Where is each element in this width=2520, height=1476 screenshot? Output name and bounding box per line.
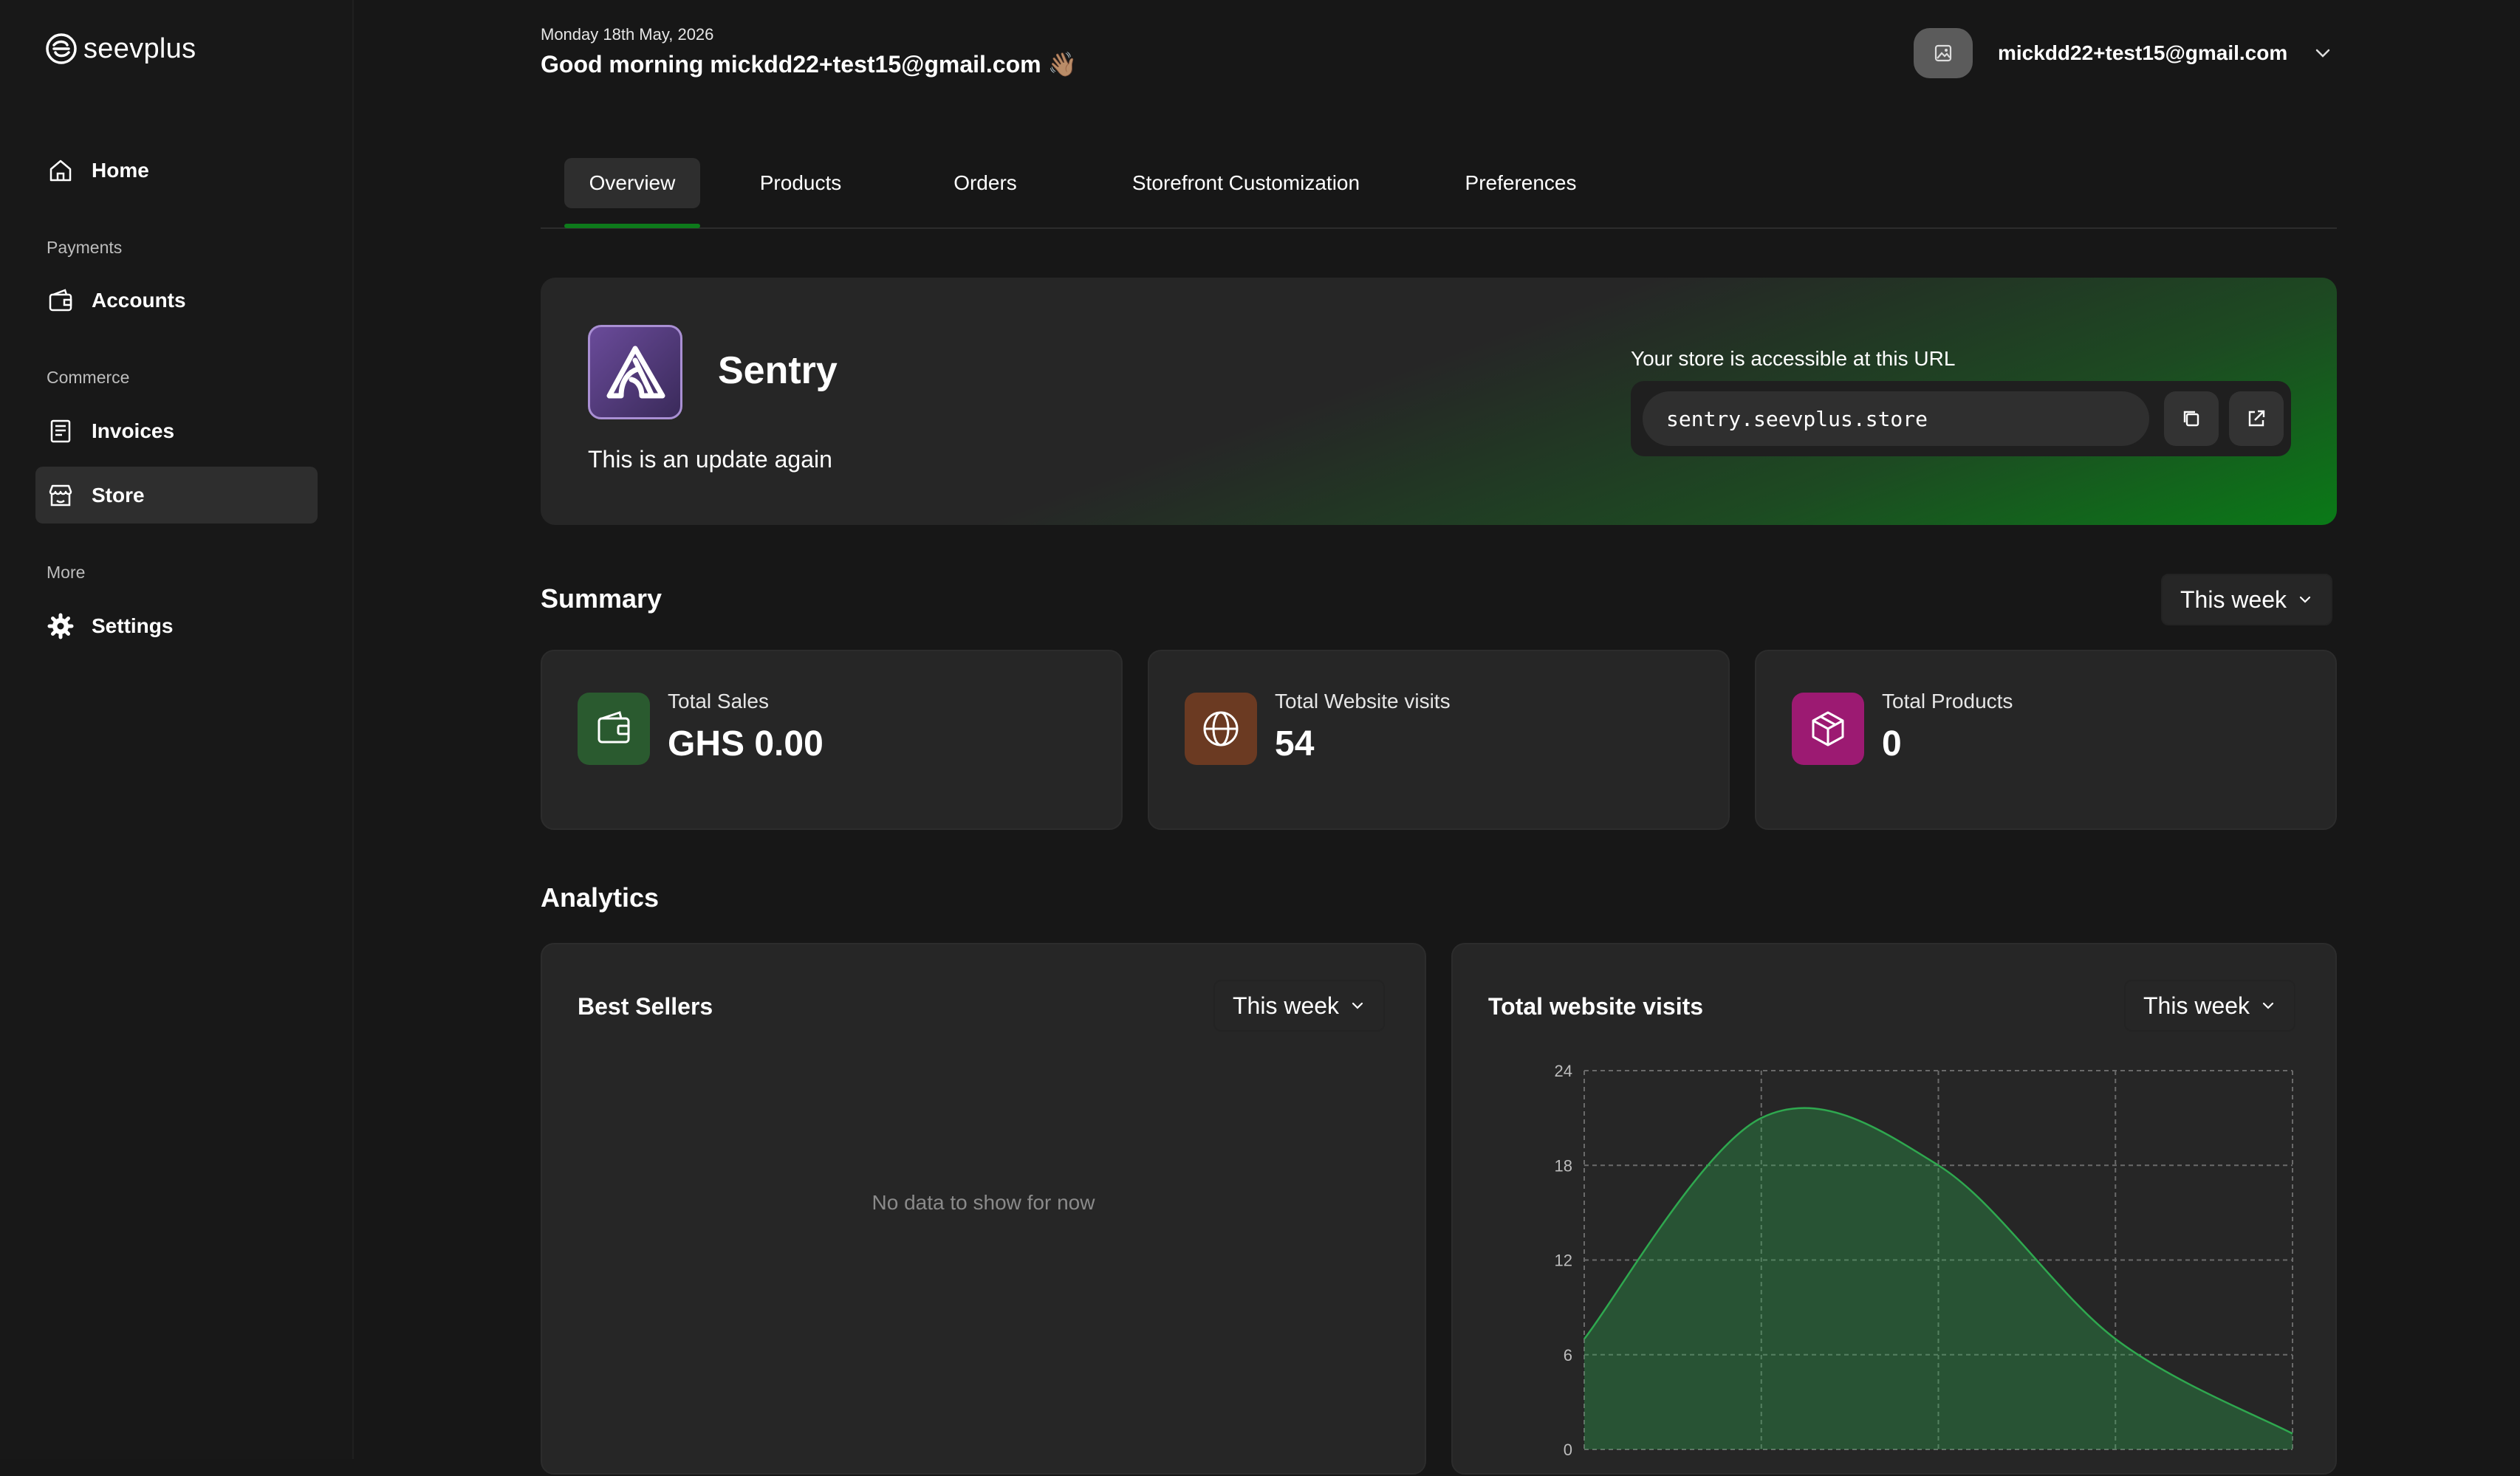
best-sellers-panel: Best Sellers This week No data to show f… <box>541 943 1426 1475</box>
chevron-down-icon[interactable] <box>2312 43 2333 63</box>
user-menu[interactable]: mickdd22+test15@gmail.com <box>1914 28 2333 78</box>
sidebar-section-commerce: Commerce <box>47 368 129 388</box>
y-tick-label: 18 <box>1555 1156 1572 1175</box>
sidebar-item-accounts[interactable]: Accounts <box>35 272 318 329</box>
sidebar-item-home[interactable]: Home <box>35 142 318 199</box>
stat-value: GHS 0.00 <box>668 724 824 764</box>
greeting: Good morning mickdd22+test15@gmail.com 👋… <box>541 50 1077 78</box>
store-card: Sentry This is an update again Your stor… <box>541 278 2337 525</box>
avatar[interactable] <box>1914 28 1973 78</box>
tab-bar: Overview Products Orders Storefront Cust… <box>541 158 2337 229</box>
period-label: This week <box>2180 586 2287 614</box>
sidebar-item-label: Accounts <box>92 289 186 312</box>
wallet-icon <box>47 287 74 314</box>
gear-icon <box>47 613 74 639</box>
store-url-field[interactable]: sentry.seevplus.store <box>1643 391 2149 446</box>
store-url-label: Your store is accessible at this URL <box>1631 347 1955 371</box>
chevron-down-icon <box>2297 591 2313 608</box>
analytics-title: Analytics <box>541 882 659 913</box>
y-tick-label: 12 <box>1555 1252 1572 1270</box>
visits-area-chart: 24 18 12 6 0 <box>1453 944 2338 1476</box>
stat-label: Total Website visits <box>1275 690 1451 713</box>
sidebar-item-label: Store <box>92 484 145 507</box>
globe-icon <box>1185 693 1257 765</box>
tab-overview[interactable]: Overview <box>564 158 700 208</box>
sentry-logo-icon <box>603 343 667 402</box>
sidebar-section-more: More <box>47 563 85 583</box>
sidebar-section-payments: Payments <box>47 238 122 258</box>
wallet-icon <box>578 693 650 765</box>
period-label: This week <box>1233 992 1339 1020</box>
sidebar-item-label: Settings <box>92 614 173 638</box>
panel-title: Best Sellers <box>578 993 713 1020</box>
stat-label: Total Products <box>1882 690 2013 713</box>
copy-icon <box>2180 407 2203 430</box>
tab-products[interactable]: Products <box>747 158 854 208</box>
summary-title: Summary <box>541 583 662 614</box>
external-link-icon <box>2245 407 2268 430</box>
store-url-box: sentry.seevplus.store <box>1631 381 2291 456</box>
empty-state-message: No data to show for now <box>542 1191 1425 1215</box>
sidebar-item-label: Invoices <box>92 419 174 443</box>
copy-url-button[interactable] <box>2164 391 2219 446</box>
open-store-button[interactable] <box>2229 391 2284 446</box>
stat-label: Total Sales <box>668 690 769 713</box>
seevplus-logo-icon <box>45 32 78 65</box>
active-tab-indicator <box>564 224 700 228</box>
sidebar: seevplus Home Payments Accounts Commerce… <box>0 0 354 1459</box>
tab-preferences[interactable]: Preferences <box>1443 158 1598 208</box>
stat-card-total-sales: Total Sales GHS 0.00 <box>541 650 1123 830</box>
sidebar-item-invoices[interactable]: Invoices <box>35 402 318 459</box>
stat-card-total-website-visits: Total Website visits 54 <box>1148 650 1730 830</box>
brand-logo[interactable]: seevplus <box>45 32 196 65</box>
store-description: This is an update again <box>588 446 832 473</box>
y-tick-label: 24 <box>1555 1062 1572 1080</box>
user-email: mickdd22+test15@gmail.com <box>1998 41 2287 65</box>
area-fill <box>1584 1108 2293 1449</box>
stat-value: 0 <box>1882 724 1902 764</box>
home-icon <box>47 157 74 184</box>
store-logo <box>588 325 682 419</box>
best-sellers-period-select[interactable]: This week <box>1213 980 1385 1032</box>
store-name: Sentry <box>718 349 838 393</box>
store-icon <box>47 482 74 509</box>
sidebar-item-settings[interactable]: Settings <box>35 597 318 654</box>
sidebar-item-store[interactable]: Store <box>35 467 318 524</box>
box-icon <box>1792 693 1864 765</box>
sidebar-item-label: Home <box>92 159 149 182</box>
invoice-icon <box>47 418 74 444</box>
tab-orders[interactable]: Orders <box>941 158 1030 208</box>
website-visits-panel: Total website visits This week 24181260 <box>1451 943 2337 1475</box>
chevron-down-icon <box>1349 998 1366 1014</box>
current-date: Monday 18th May, 2026 <box>541 25 713 44</box>
y-tick-label: 6 <box>1564 1346 1572 1365</box>
y-tick-label: 0 <box>1564 1441 1572 1459</box>
stat-value: 54 <box>1275 724 1314 764</box>
brand-name: seevplus <box>83 33 196 65</box>
image-icon <box>1933 43 1954 63</box>
tab-storefront-customization[interactable]: Storefront Customization <box>1102 158 1390 208</box>
summary-period-select[interactable]: This week <box>2161 574 2332 625</box>
stat-card-total-products: Total Products 0 <box>1755 650 2337 830</box>
